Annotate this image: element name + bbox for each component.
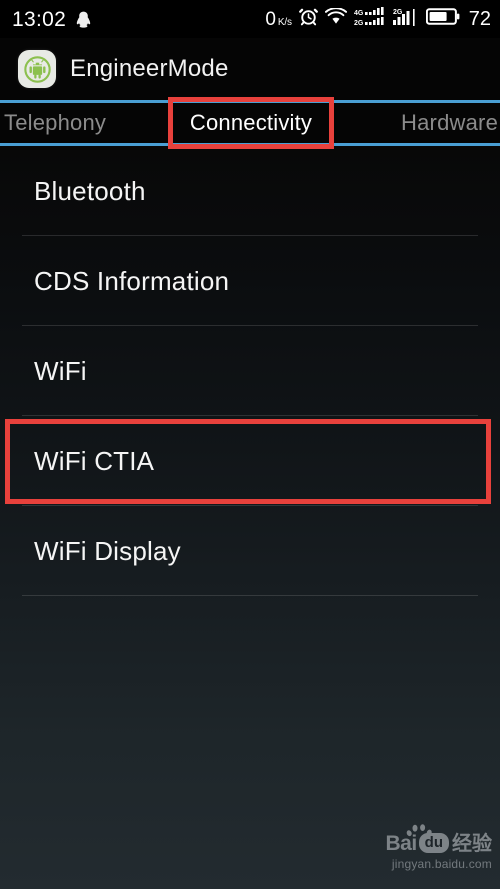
qq-penguin-icon — [76, 11, 91, 28]
list-item[interactable]: CDS Information — [0, 236, 500, 326]
paw-print-icon — [406, 824, 436, 838]
watermark-logo: Bai du 经验 — [385, 824, 492, 855]
4g-2g-signal-icon: 4G 2G — [354, 6, 386, 32]
svg-text:2G: 2G — [393, 9, 403, 16]
tab-telephony-label: Telephony — [4, 110, 107, 135]
app-bar: EngineerMode — [0, 38, 500, 100]
tab-connectivity-label: Connectivity — [189, 110, 313, 135]
battery-icon — [425, 7, 460, 31]
status-bar-left: 13:02 — [0, 9, 265, 30]
list-item-label-wifi-ctia: WiFi CTIA — [34, 445, 155, 476]
tab-connectivity[interactable]: Connectivity — [169, 100, 334, 146]
tab-hardware-label: Hardware — [401, 110, 499, 135]
phone-screen: 13:02 0 K/s 4G 2G 2G 72 EngineerMode Tel… — [0, 0, 500, 889]
list-item[interactable]: Bluetooth — [0, 146, 500, 236]
app-title: EngineerMode — [70, 55, 229, 82]
list-item[interactable]: WiFi — [0, 326, 500, 416]
tab-telephony[interactable]: Telephony — [0, 100, 169, 146]
tab-hardware[interactable]: Hardware — [333, 100, 500, 146]
list-divider — [22, 595, 478, 596]
tab-bar: Telephony Connectivity Hardware — [0, 100, 500, 146]
list-item-label-bluetooth: Bluetooth — [34, 175, 146, 206]
status-clock: 13:02 — [12, 7, 67, 31]
list-item-label-wifi-display: WiFi Display — [34, 535, 181, 566]
settings-list: Bluetooth CDS Information WiFi WiFi CTIA… — [0, 146, 500, 889]
svg-text:2G: 2G — [354, 20, 364, 27]
svg-text:4G: 4G — [354, 10, 364, 17]
battery-level-label: 72 — [468, 8, 491, 30]
watermark-url: jingyan.baidu.com — [391, 857, 492, 871]
android-robot-icon — [18, 50, 56, 88]
alarm-clock-icon — [298, 7, 318, 31]
list-item[interactable]: WiFi Display — [0, 506, 500, 596]
list-item[interactable]: WiFi CTIA — [0, 416, 500, 506]
watermark-jingyan-text: 经验 — [452, 833, 492, 855]
list-item-label-cds-information: CDS Information — [34, 265, 230, 296]
network-speed-indicator: 0 K/s — [265, 8, 292, 30]
status-bar-right: 0 K/s 4G 2G 2G 72 — [265, 6, 500, 32]
network-speed-unit: K/s — [277, 16, 292, 28]
baidu-jingyan-watermark: Bai du 经验 jingyan.baidu.com — [385, 824, 492, 871]
network-speed-value: 0 — [265, 8, 276, 30]
list-item-label-wifi: WiFi — [34, 355, 87, 386]
status-bar: 13:02 0 K/s 4G 2G 2G 72 — [0, 0, 500, 38]
wifi-icon — [324, 7, 347, 30]
2g-signal-icon: 2G — [392, 7, 419, 32]
